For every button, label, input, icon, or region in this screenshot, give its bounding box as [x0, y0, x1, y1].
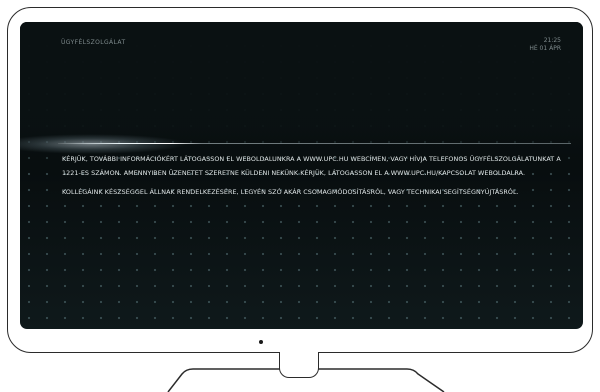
power-led-icon	[259, 340, 263, 344]
page-title: ÜGYFÉLSZOLGÁLAT	[61, 39, 126, 46]
divider-light-line	[58, 143, 571, 144]
info-paragraph: KOLLÉGÁINK KÉSZSÉGGEL ÁLLNAK RENDELKEZÉS…	[62, 187, 519, 196]
tv-stand-neck	[279, 352, 319, 378]
clock-time: 21:25	[543, 37, 561, 44]
tv-screen: ÜGYFÉLSZOLGÁLAT 21:25 HÉ 01 ÁPR KÉRJÜK, …	[20, 22, 583, 329]
clock-date: HÉ 01 ÁPR	[529, 45, 561, 52]
info-text: KÉRJÜK, TOVÁBBI INFORMÁCIÓKÉRT LÁTOGASSO…	[62, 153, 562, 199]
light-glow	[20, 134, 187, 154]
info-paragraph: KÉRJÜK, TOVÁBBI INFORMÁCIÓKÉRT LÁTOGASSO…	[62, 155, 561, 177]
clock: 21:25 HÉ 01 ÁPR	[529, 37, 561, 53]
